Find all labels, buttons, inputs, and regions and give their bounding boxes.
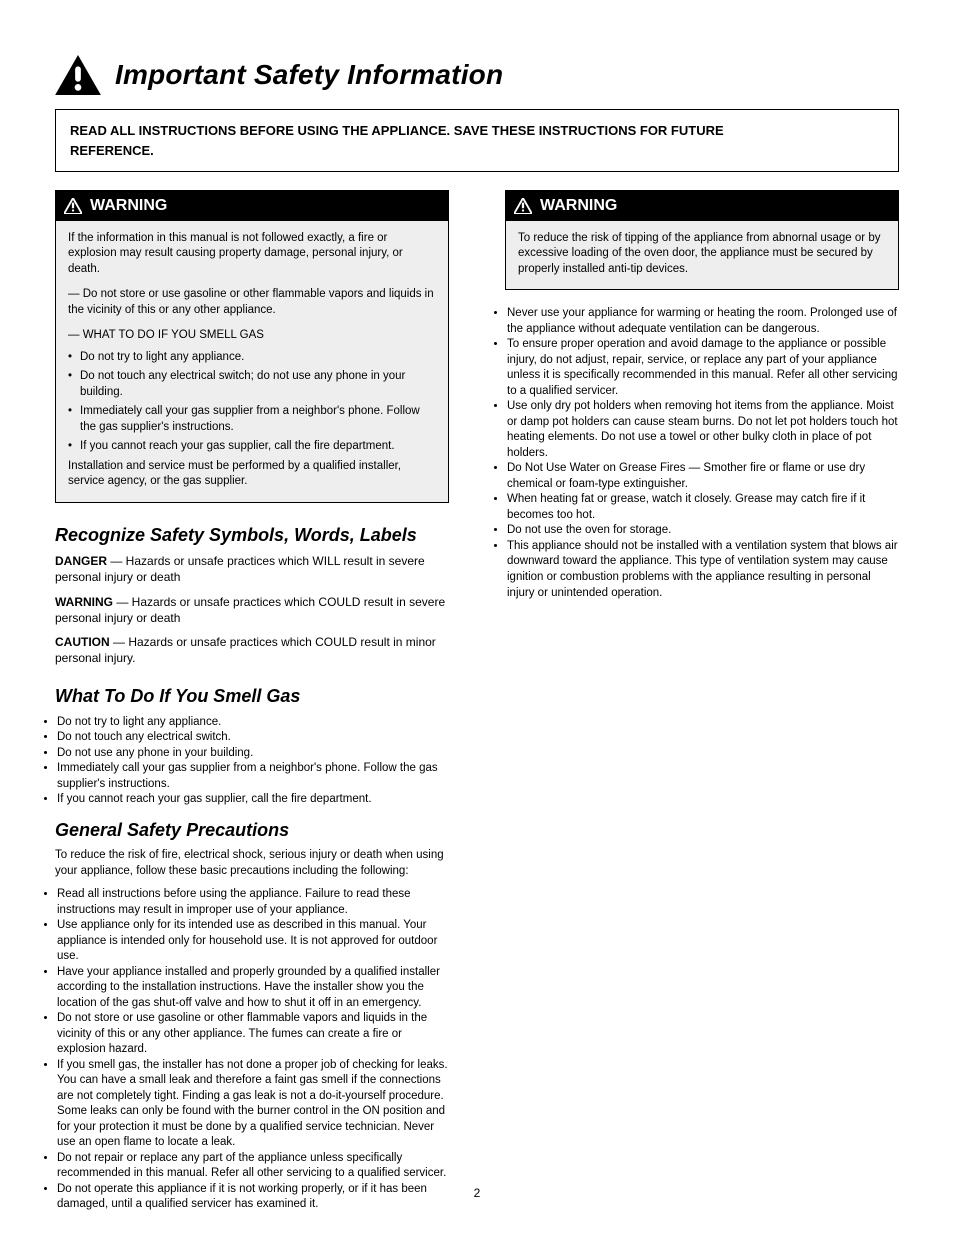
list-item: This appliance should not be installed w… (507, 539, 899, 601)
definition-term: WARNING (55, 595, 113, 609)
definition-term: CAUTION (55, 635, 110, 649)
warning-1-p1: If the information in this manual is not… (68, 231, 436, 278)
warning-1-steps-list: Do not try to light any appliance. Do no… (68, 350, 436, 455)
list-item: Do not repair or replace any part of the… (57, 1151, 449, 1182)
list-item: Immediately call your gas supplier from … (68, 404, 436, 435)
definition-caution: CAUTION — Hazards or unsafe practices wh… (55, 634, 449, 666)
warning-box-2: WARNING To reduce the risk of tipping of… (505, 190, 899, 290)
warning-1-flammable: — Do not store or use gasoline or other … (68, 287, 436, 318)
list-item: Do not try to light any appliance. (57, 715, 449, 731)
warning-icon (55, 55, 101, 95)
list-item: Never use your appliance for warming or … (507, 306, 899, 337)
definition-term: DANGER (55, 554, 107, 568)
warning-header-1: WARNING (56, 191, 448, 221)
right-column: WARNING To reduce the risk of tipping of… (505, 190, 899, 601)
definition-warning: WARNING — Hazards or unsafe practices wh… (55, 594, 449, 626)
left-column: WARNING If the information in this manua… (55, 190, 449, 1213)
warning-icon (514, 198, 532, 214)
intro-line-2: REFERENCE. (70, 142, 884, 160)
definition-desc: — Hazards or unsafe practices which WILL… (55, 554, 425, 584)
list-item: If you cannot reach your gas supplier, c… (68, 439, 436, 455)
list-item: To ensure proper operation and avoid dam… (507, 337, 899, 399)
warning-label-1: WARNING (90, 195, 167, 217)
general-safety-title: General Safety Precautions (55, 818, 449, 842)
main-heading-row: Important Safety Information (55, 55, 899, 95)
what-to-do-list: Do not try to light any appliance. Do no… (55, 715, 449, 808)
list-item: If you smell gas, the installer has not … (57, 1058, 449, 1151)
page-title: Important Safety Information (115, 56, 503, 94)
list-item: Have your appliance installed and proper… (57, 965, 449, 1012)
page-number: 2 (0, 1185, 954, 1201)
warning-box-1: WARNING If the information in this manua… (55, 190, 449, 503)
warning-1-install-service: Installation and service must be perform… (68, 459, 436, 490)
general-safety-intro: To reduce the risk of fire, electrical s… (55, 848, 449, 879)
intro-line-1: READ ALL INSTRUCTIONS BEFORE USING THE A… (70, 122, 884, 140)
list-item: Immediately call your gas supplier from … (57, 761, 449, 792)
list-item: Do not touch any electrical switch; do n… (68, 369, 436, 400)
definition-desc: — Hazards or unsafe practices which COUL… (55, 635, 436, 665)
warning-label-2: WARNING (540, 195, 617, 217)
what-to-do-title: What To Do If You Smell Gas (55, 684, 449, 708)
warning-header-2: WARNING (506, 191, 898, 221)
read-instructions-box: READ ALL INSTRUCTIONS BEFORE USING THE A… (55, 109, 899, 172)
definition-desc: — Hazards or unsafe practices which COUL… (55, 595, 445, 625)
list-item: Do not touch any electrical switch. (57, 730, 449, 746)
list-item: Use appliance only for its intended use … (57, 918, 449, 965)
list-item: If you cannot reach your gas supplier, c… (57, 792, 449, 808)
list-item: Use only dry pot holders when removing h… (507, 399, 899, 461)
list-item: When heating fat or grease, watch it clo… (507, 492, 899, 523)
recognize-symbols-title: Recognize Safety Symbols, Words, Labels (55, 523, 449, 547)
definition-danger: DANGER — Hazards or unsafe practices whi… (55, 553, 449, 585)
warning-2-p1: To reduce the risk of tipping of the app… (518, 231, 886, 278)
list-item: Do not use any phone in your building. (57, 746, 449, 762)
warning-icon (64, 198, 82, 214)
list-item: Read all instructions before using the a… (57, 887, 449, 918)
list-item: Do not try to light any appliance. (68, 350, 436, 366)
warning-1-what-to-do: — WHAT TO DO IF YOU SMELL GAS (68, 328, 436, 344)
list-item: Do not use the oven for storage. (507, 523, 899, 539)
general-safety-list-right: Never use your appliance for warming or … (505, 306, 899, 601)
list-item: Do Not Use Water on Grease Fires — Smoth… (507, 461, 899, 492)
list-item: Do not store or use gasoline or other fl… (57, 1011, 449, 1058)
general-safety-list-left: Read all instructions before using the a… (55, 887, 449, 1213)
